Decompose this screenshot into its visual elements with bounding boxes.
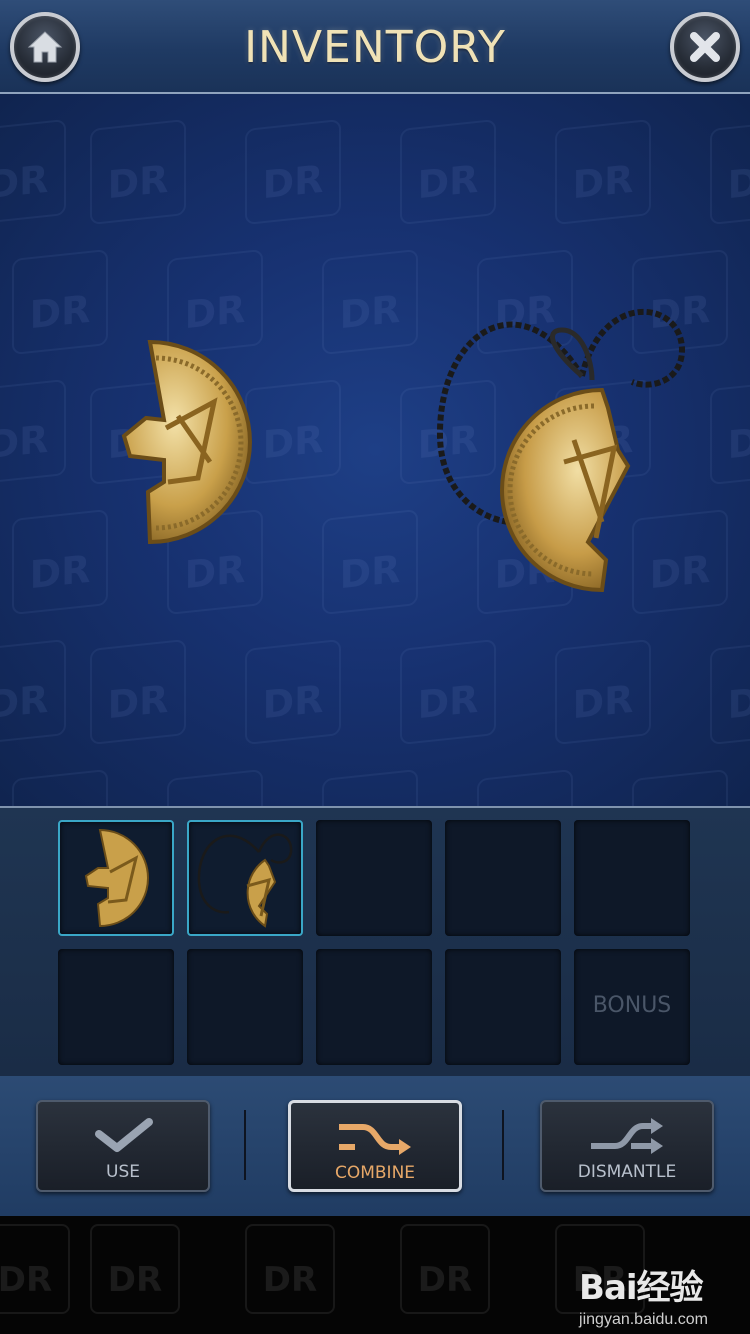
use-button-label: USE [106,1162,140,1182]
inventory-slot-1[interactable] [58,820,174,936]
inventory-slot-6[interactable] [58,949,174,1065]
inventory-slot-7[interactable] [187,949,303,1065]
watermark-tile: DR [710,638,750,746]
bottom-strip: DR DR DR DR DR Bai经验 jingyan.baidu.com [0,1216,750,1334]
watermark-tile: DR [400,638,496,746]
inventory-slot-8[interactable] [316,949,432,1065]
watermark-tile: DR [710,378,750,486]
half-amulet-icon [84,828,149,928]
dismantle-button[interactable]: DISMANTLE [540,1100,714,1192]
combine-arrows-icon [339,1124,411,1155]
combine-button-label: COMBINE [334,1163,416,1183]
inventory-slot-9[interactable] [445,949,561,1065]
watermark-tile: DR [400,118,496,226]
inventory-slot-4[interactable] [445,820,561,936]
watermark-tile: DR [477,768,573,806]
divider [502,1110,504,1180]
watermark-tile: DR [12,248,108,356]
close-button[interactable] [670,12,740,82]
watermark-tile: DR [555,638,651,746]
watermark-tile: DR [245,638,341,746]
watermark-tile: DR [90,1224,180,1314]
watermark-tile: DR [0,1224,70,1314]
divider [244,1110,246,1180]
inventory-slot-3[interactable] [316,820,432,936]
close-icon [690,32,720,62]
action-bar: USE COMBINE DISMANTLE [0,1076,750,1216]
checkmark-icon [95,1118,153,1152]
watermark-tile: DR [0,638,66,746]
dismantle-button-label: DISMANTLE [577,1162,677,1182]
watermark-tile: DR [322,508,418,616]
watermark-tile: DR [710,118,750,226]
inventory-slot-5[interactable] [574,820,690,936]
dismantle-arrows-icon [591,1118,663,1154]
watermark-tile: DR [400,1224,490,1314]
bonus-slot[interactable]: BONUS [574,949,690,1065]
watermark-tile: DR [90,638,186,746]
use-button[interactable]: USE [36,1100,210,1192]
watermark-tile: DR [90,118,186,226]
half-amulet-icon[interactable] [120,332,260,552]
combine-button[interactable]: COMBINE [288,1100,462,1192]
watermark-tile: DR [0,118,66,226]
amulet-necklace-icon[interactable] [432,290,692,602]
watermark-tile: DR [322,248,418,356]
baidu-url-text: jingyan.baidu.com [579,1311,708,1328]
inventory-slot-2[interactable] [187,820,303,936]
watermark-tile: DR [0,378,66,486]
watermark-tile: DR [555,118,651,226]
watermark-tile: DR [245,118,341,226]
watermark-tile: DR [12,508,108,616]
watermark-tile: DR [322,768,418,806]
watermark-tile: DR [167,768,263,806]
bonus-slot-label: BONUS [592,993,672,1018]
item-viewer: DR DR DR DR DR DR DR DR DR DR DR DR DR DR DR DR DR DR DR DR… [0,94,750,806]
page-title: INVENTORY [244,22,506,73]
watermark-tile: DR [632,768,728,806]
watermark-tile: DR [245,1224,335,1314]
baidu-brand-text: Bai经验 [579,1268,704,1308]
header-bar: INVENTORY [0,0,750,94]
watermark-tile: DR [12,768,108,806]
amulet-necklace-icon [197,833,293,928]
inventory-slots-panel: BONUS [0,806,750,1076]
baidu-watermark-logo: Bai经验 jingyan.baidu.com [579,1260,708,1329]
